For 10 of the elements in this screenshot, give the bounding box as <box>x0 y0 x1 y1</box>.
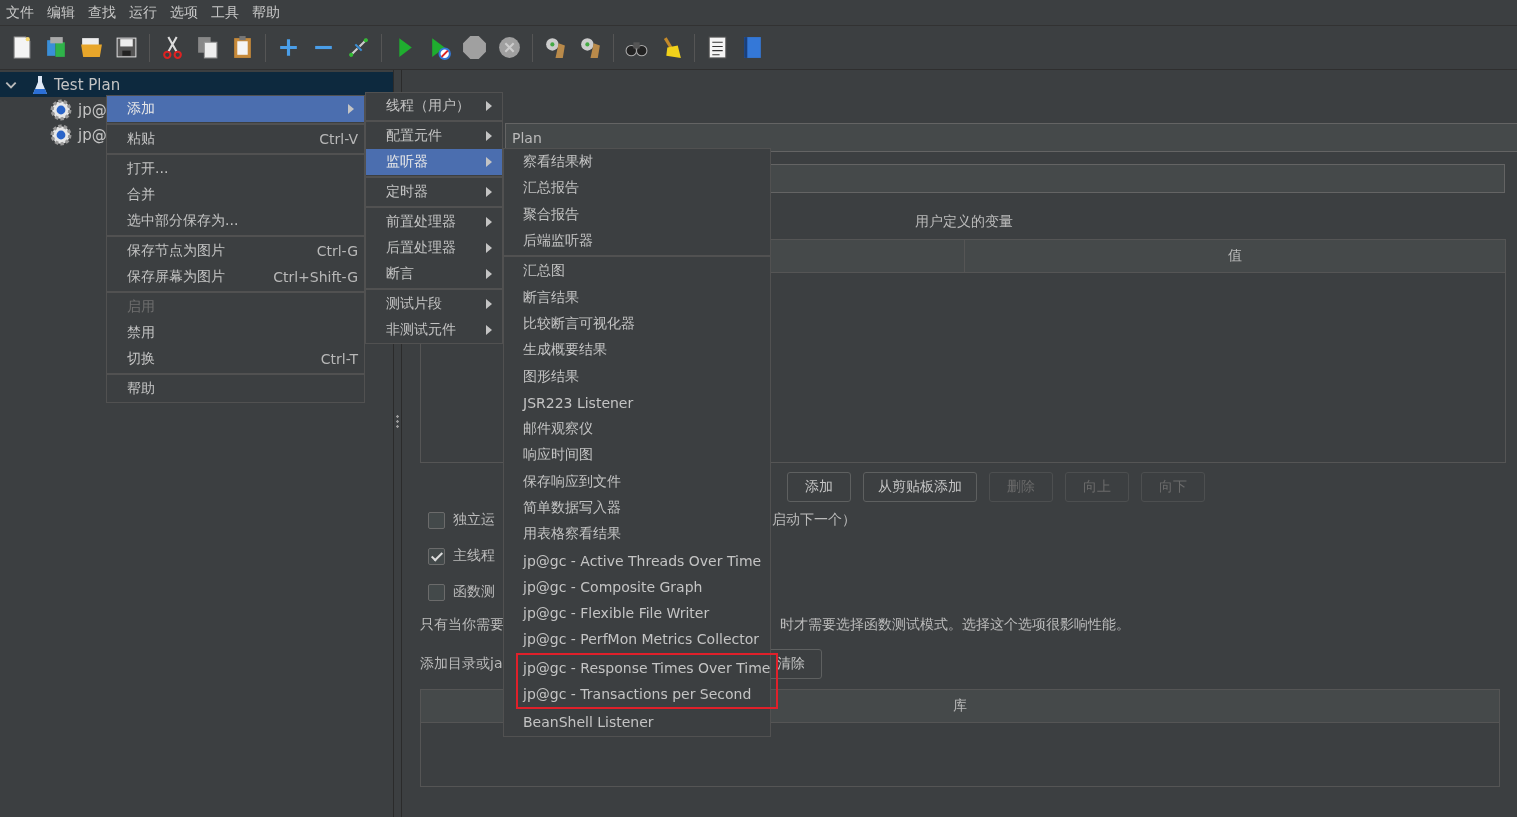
column-header: 值 <box>1227 246 1243 265</box>
note-text: 只有当你需要 <box>420 616 504 634</box>
checkbox-label: 独立运 <box>453 511 495 529</box>
classpath-label: 添加目录或ja <box>420 655 503 673</box>
column-header: 库 <box>953 697 967 715</box>
checkbox-label: 函数测 <box>453 583 495 601</box>
section-title: 用户定义的变量 <box>914 213 1013 231</box>
option-text: 启动下一个） <box>772 511 856 529</box>
checkbox-label: 主线程 <box>453 547 495 565</box>
note-text: 时才需要选择函数测试模式。选择这个选项很影响性能。 <box>780 616 1131 634</box>
